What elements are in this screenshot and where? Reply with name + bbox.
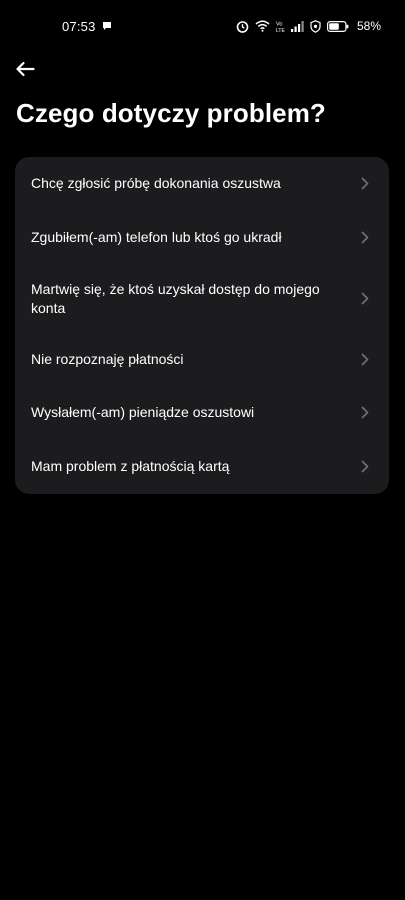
battery-icon <box>326 20 349 32</box>
option-label: Wysłałem(-am) pieniądze oszustowi <box>31 404 255 420</box>
status-icons: Vo LTE 58% <box>236 17 381 35</box>
option-unrecognized-payment[interactable]: Nie rozpoznaję płatności <box>15 332 389 385</box>
option-label: Zgubiłem(-am) telefon lub ktoś go ukradł <box>31 229 282 245</box>
option-label: Mam problem z płatnością kartą <box>31 458 230 474</box>
chevron-right-icon <box>361 177 369 190</box>
volte-icon: Vo LTE <box>276 21 285 33</box>
status-bar: 07:53 Vo LTE 58% <box>0 0 405 52</box>
wifi-icon <box>255 20 270 32</box>
chevron-right-icon <box>361 231 369 244</box>
chevron-right-icon <box>361 353 369 366</box>
option-label: Chcę zgłosić próbę dokonania oszustwa <box>31 175 281 191</box>
option-lost-or-stolen-phone[interactable]: Zgubiłem(-am) telefon lub ktoś go ukradł <box>15 211 389 264</box>
shield-icon <box>310 19 321 33</box>
svg-text:Vo: Vo <box>276 21 282 27</box>
option-label: Nie rozpoznaję płatności <box>31 351 184 367</box>
option-label: Martwię się, że ktoś uzyskał dostęp do m… <box>31 281 320 316</box>
options-list: Chcę zgłosić próbę dokonania oszustwa Zg… <box>15 157 389 494</box>
option-sent-money-to-scammer[interactable]: Wysłałem(-am) pieniądze oszustowi <box>15 385 389 439</box>
alarm-icon <box>236 20 249 33</box>
page-title: Czego dotyczy problem? <box>16 98 326 128</box>
chevron-right-icon <box>361 406 369 419</box>
battery-percentage: 58% <box>356 19 381 33</box>
chat-bubble-icon <box>103 22 111 30</box>
arrow-left-icon <box>16 61 35 77</box>
option-account-access-concern[interactable]: Martwię się, że ktoś uzyskał dostęp do m… <box>15 264 389 332</box>
status-time: 07:53 <box>62 19 96 34</box>
back-button[interactable] <box>12 56 38 82</box>
option-report-fraud-attempt[interactable]: Chcę zgłosić próbę dokonania oszustwa <box>15 157 389 211</box>
chevron-right-icon <box>361 460 369 473</box>
svg-text:LTE: LTE <box>276 28 285 33</box>
signal-icon <box>290 20 304 32</box>
option-card-payment-problem[interactable]: Mam problem z płatnością kartą <box>15 439 389 494</box>
chevron-right-icon <box>361 292 369 305</box>
